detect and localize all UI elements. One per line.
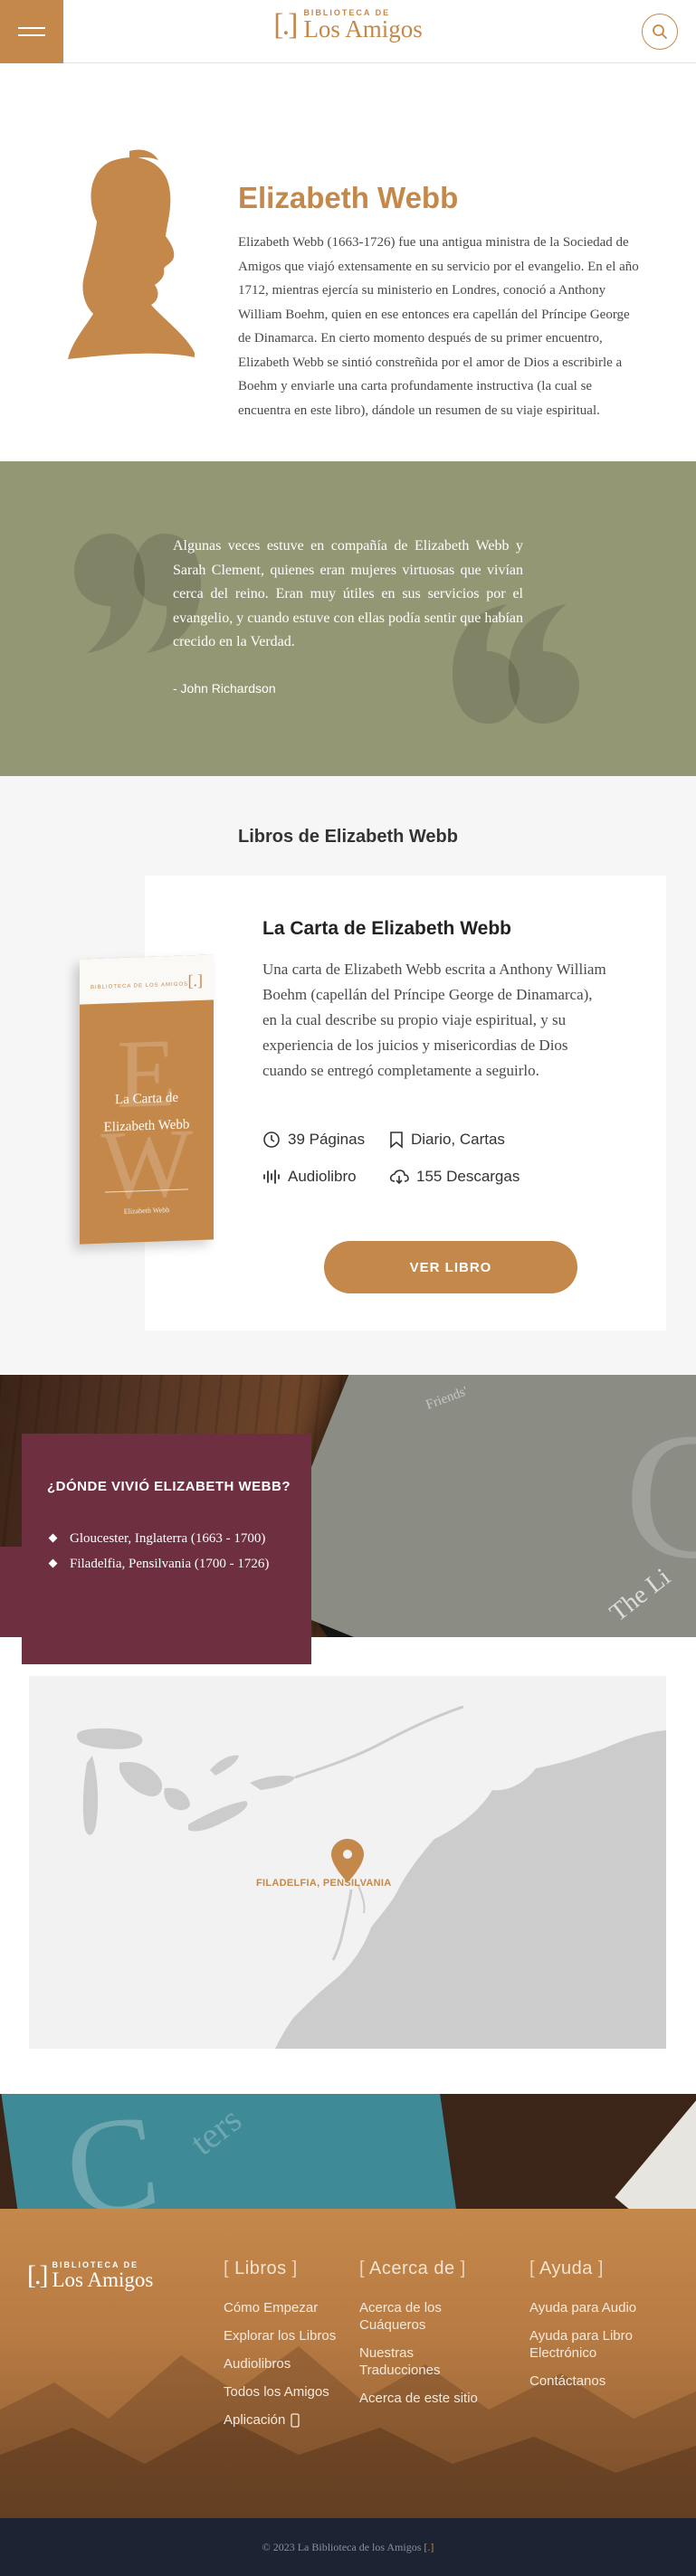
footer-column-title-text: Acerca de [369,2259,455,2278]
footer-link[interactable]: Cómo Empezar [224,2299,350,2316]
cloud-download-icon [389,1170,409,1185]
author-section: Elizabeth Webb Elizabeth Webb (1663-1726… [0,63,696,461]
footer-column-title-text: Ayuda [539,2259,593,2278]
footer-column-title: [ Acerca de ] [359,2259,466,2278]
book-pages-text: 39 Páginas [288,1131,366,1148]
author-bio: Elizabeth Webb (1663-1726) fue una antig… [238,235,639,418]
map-section: FILADELFIA, PENSILVANIA [0,1676,696,2049]
footer-logo-mark: [.] [27,2260,49,2290]
footer-logo[interactable]: [.] BIBLIOTECA DE Los Amigos [27,2260,154,2291]
location-map[interactable] [29,1676,666,2049]
site-header: [.] BIBLIOTECA DE Los Amigos [0,0,696,63]
search-icon [653,24,667,39]
book-tags: Diario, Cartas [389,1131,505,1149]
footer-logo-big-text: Los Amigos [52,2268,154,2291]
footer-link[interactable]: Aplicación [224,2411,350,2429]
author-silhouette-image [68,149,195,359]
where-section: C Friends' The Li ¿DÓNDE VIVIÓ ELIZABETH… [0,1375,696,1671]
footer-link[interactable]: Todos los Amigos [224,2383,350,2401]
footer-link[interactable]: Nuestras Traducciones [359,2344,495,2379]
book-description: Una carta de Elizabeth Webb escrita a An… [262,961,606,1079]
footer-column-title-text: Libros [234,2259,287,2278]
copyright-bar: © 2023 La Biblioteca de los Amigos [.] [0,2518,696,2576]
where-card: ¿DÓNDE VIVIÓ ELIZABETH WEBB? Gloucester,… [22,1434,311,1664]
quote-section: Algunas veces estuve en compañía de Eliz… [0,461,696,776]
footer-link[interactable]: Explorar los Libros [224,2327,350,2344]
menu-button[interactable] [0,0,63,63]
footer-column-acerca: [ Acerca de ] Acerca de los Cuáqueros Nu… [359,2259,495,2418]
clock-icon [263,1132,280,1148]
menu-icon-bar [18,34,45,36]
map-marker-label[interactable]: FILADELFIA, PENSILVANIA [256,1878,392,1889]
book-cover-header: BIBLIOTECA DE LOS AMIGOS [.] [80,954,214,1005]
logo-big-text: Los Amigos [303,15,423,43]
site-logo[interactable]: [.] BIBLIOTECA DE Los Amigos [273,9,422,42]
book-audio: Audiolibro [262,1168,357,1186]
book-downloads-text: 155 Descargas [416,1168,520,1185]
footer-link[interactable]: Acerca de los Cuáqueros [359,2299,495,2334]
footer-column-title: [ Ayuda ] [529,2259,604,2278]
book-downloads: 155 Descargas [389,1168,520,1186]
footer-link[interactable]: Contáctanos [529,2372,665,2390]
footer-link[interactable]: Ayuda para Libro Electrónico [529,2327,665,2362]
footer-link[interactable]: Acerca de este sitio [359,2390,495,2407]
book-cover-title: La Carta de Elizabeth Webb [80,1083,214,1141]
search-button[interactable] [642,14,678,50]
book-audio-text: Audiolibro [288,1168,357,1185]
where-list-item: Filadelfia, Pensilvania (1700 - 1726) [47,1553,291,1575]
quote-author: - John Richardson [173,681,276,696]
blue-book-photo: C ters [0,2094,469,2209]
book-cover-logo-mark: [.] [187,971,204,990]
bookmark-icon [390,1132,403,1149]
footer-column-libros: [ Libros ] Cómo Empezar Explorar los Lib… [224,2259,350,2439]
footer-link[interactable]: Ayuda para Audio [529,2299,665,2316]
footer-column-title: [ Libros ] [224,2259,298,2278]
phone-icon [291,2412,300,2428]
white-book-photo [615,2094,696,2209]
where-list-item: Gloucester, Inglaterra (1663 - 1700) [47,1528,291,1549]
quote-text: Algunas veces estuve en compañía de Eliz… [173,538,523,649]
book-cover-small-text: BIBLIOTECA DE LOS AMIGOS [91,981,189,991]
book-spine [0,1547,23,1637]
view-book-button[interactable]: VER LIBRO [324,1241,577,1293]
book-title[interactable]: La Carta de Elizabeth Webb [262,918,511,940]
book-cover-image[interactable]: BIBLIOTECA DE LOS AMIGOS [.] E W La Cart… [80,954,214,1245]
book-cover-title-line: La Carta de [115,1090,178,1108]
where-title: ¿DÓNDE VIVIÓ ELIZABETH WEBB? [47,1479,291,1494]
footer-link-text: Aplicación [224,2412,286,2428]
footer-link[interactable]: Audiolibros [224,2355,350,2372]
where-list: Gloucester, Inglaterra (1663 - 1700) Fil… [47,1528,291,1578]
copyright-text: © 2023 La Biblioteca de los Amigos [262,2540,422,2553]
book-pages: 39 Páginas [262,1131,365,1149]
site-footer: [.] BIBLIOTECA DE Los Amigos [ Libros ] … [0,2209,696,2518]
book-cover-title-line: Elizabeth Webb [103,1117,190,1135]
blue-book-letter: C [56,2094,167,2209]
author-name: Elizabeth Webb [238,181,459,214]
books-section-title: Libros de Elizabeth Webb [238,827,458,847]
blue-book-text: ters [182,2098,249,2164]
footer-column-ayuda: [ Ayuda ] Ayuda para Audio Ayuda para Li… [529,2259,665,2401]
menu-icon-bar [18,27,45,29]
book-tags-text: Diario, Cartas [411,1131,505,1148]
footer-photo: C ters [0,2094,696,2209]
audio-waveform-icon [263,1170,280,1184]
logo-mark: [.] [273,8,298,42]
copyright-logo-mark: [.] [424,2540,434,2553]
